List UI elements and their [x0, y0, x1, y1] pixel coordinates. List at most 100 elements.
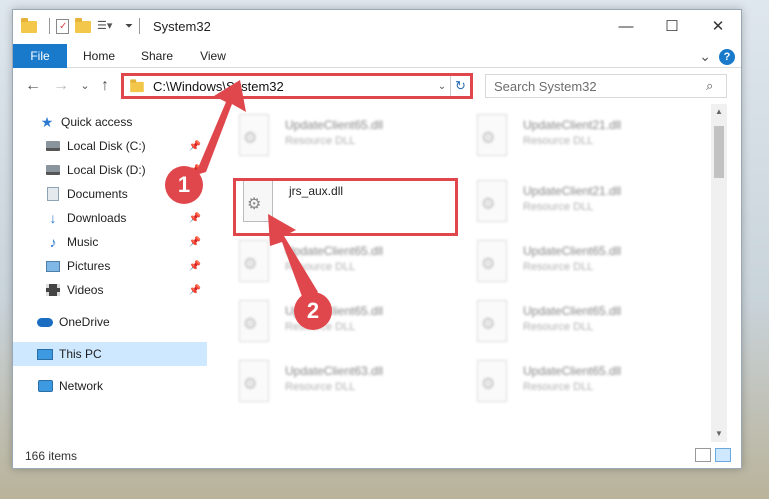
- file-type: Resource DLL: [523, 261, 594, 273]
- pin-icon: 📌: [188, 284, 201, 296]
- file-name: UpdateClient21.dll: [523, 184, 622, 198]
- pin-icon: 📌: [188, 140, 201, 152]
- customize-toolbar-icon[interactable]: ☰▾: [97, 18, 119, 34]
- back-button[interactable]: ←: [23, 76, 43, 96]
- chevron-down-icon: ⌄: [80, 80, 90, 92]
- tab-file[interactable]: File: [13, 44, 67, 68]
- download-icon: ↓: [49, 210, 57, 226]
- close-button[interactable]: ✕: [695, 10, 741, 42]
- help-icon[interactable]: ?: [719, 48, 735, 65]
- file-name: UpdateClient65.dll: [285, 244, 384, 258]
- file-highlight-box: [233, 178, 458, 236]
- sidebar-item-label: Documents: [67, 187, 128, 201]
- search-input[interactable]: Search System32: [486, 79, 706, 94]
- ribbon-tabs: File Home Share View ⌄ ?: [13, 44, 741, 68]
- file-name: UpdateClient63.dll: [285, 364, 384, 378]
- maximize-icon: ☐: [665, 18, 679, 35]
- drive-icon: [45, 138, 61, 154]
- dll-file-icon: ⚙: [471, 180, 515, 228]
- dll-file-icon: ⚙: [471, 300, 515, 348]
- dll-file-icon: ⚙: [233, 240, 277, 288]
- callout-1: 1: [165, 166, 203, 204]
- sidebar-item-label: Videos: [67, 283, 104, 297]
- sidebar-item-label: Downloads: [67, 211, 127, 225]
- file-item[interactable]: ⚙ UpdateClient63.dll Resource DLL: [233, 360, 463, 416]
- dll-file-icon: ⚙: [233, 300, 277, 348]
- sidebar-item-label: Local Disk (D:): [67, 163, 146, 177]
- file-type: Resource DLL: [523, 201, 594, 213]
- forward-button[interactable]: →: [51, 76, 71, 96]
- tab-home[interactable]: Home: [79, 44, 119, 68]
- tab-view[interactable]: View: [195, 44, 231, 68]
- address-row: ← → ⌄ ↑ C:\Windows\System32 ⌄ ↻ Search S…: [13, 68, 741, 104]
- title-bar: ✓ ☰▾ ⏷ System32 — ☐ ✕: [13, 10, 741, 44]
- recent-locations-button[interactable]: ⌄: [75, 76, 95, 96]
- file-item[interactable]: ⚙ UpdateClient65.dllResource DLL: [233, 114, 463, 170]
- sidebar-item-label: This PC: [59, 347, 102, 361]
- properties-icon[interactable]: ✓: [56, 18, 69, 34]
- vertical-scrollbar[interactable]: ▲ ▼: [711, 104, 727, 442]
- file-item[interactable]: ⚙ UpdateClient65.dllResource DLL: [471, 360, 701, 416]
- file-item[interactable]: ⚙ UpdateClient65.dllResource DLL: [471, 240, 701, 296]
- refresh-icon[interactable]: ↻: [450, 76, 470, 96]
- expand-ribbon-icon[interactable]: ⌄: [699, 48, 711, 65]
- sidebar-item-this-pc[interactable]: This PC: [13, 342, 207, 366]
- tab-share[interactable]: Share: [137, 44, 177, 68]
- status-bar: 166 items: [13, 442, 741, 468]
- sidebar-item-label: Local Disk (C:): [67, 139, 146, 153]
- folder-icon: [21, 18, 37, 34]
- sidebar-item-pictures[interactable]: Pictures 📌: [13, 254, 207, 278]
- minimize-icon: —: [618, 17, 634, 35]
- toolbar-divider: [49, 18, 50, 34]
- file-type: Resource DLL: [523, 135, 594, 147]
- item-count: 166 items: [25, 449, 78, 463]
- address-bar[interactable]: C:\Windows\System32 ⌄ ↻: [121, 73, 473, 99]
- large-icons-view-icon[interactable]: [715, 448, 731, 462]
- dll-file-icon: ⚙: [471, 114, 515, 162]
- sidebar-item-music[interactable]: ♪ Music 📌: [13, 230, 207, 254]
- file-type: Resource DLL: [523, 321, 594, 333]
- ribbon-controls: ⌄ ?: [699, 48, 735, 65]
- new-folder-icon[interactable]: [75, 18, 91, 34]
- maximize-button[interactable]: ☐: [649, 10, 695, 42]
- scroll-thumb[interactable]: [714, 126, 724, 178]
- file-item[interactable]: ⚙ UpdateClient65.dll Resource DLL: [471, 300, 701, 356]
- address-path[interactable]: C:\Windows\System32: [153, 79, 434, 94]
- file-type: Resource DLL: [285, 381, 356, 393]
- address-dropdown-icon[interactable]: ⌄: [434, 81, 450, 92]
- up-button[interactable]: ↑: [95, 76, 115, 96]
- scroll-down-icon[interactable]: ▼: [711, 426, 727, 442]
- sidebar-item-quick-access[interactable]: ★ Quick access: [13, 110, 207, 134]
- sidebar-item-label: Music: [67, 235, 99, 249]
- back-arrow-icon: ←: [25, 77, 41, 94]
- sidebar-item-local-disk-c[interactable]: Local Disk (C:) 📌: [13, 134, 207, 158]
- sidebar-item-videos[interactable]: Videos 📌: [13, 278, 207, 302]
- file-item[interactable]: ⚙ UpdateClient65.dll Resource DLL: [233, 240, 463, 296]
- dll-file-icon: ⚙: [471, 360, 515, 408]
- file-type: Resource DLL: [285, 135, 356, 147]
- minimize-button[interactable]: —: [603, 10, 649, 42]
- pin-icon: 📌: [188, 260, 201, 272]
- sidebar-item-network[interactable]: Network: [13, 374, 207, 398]
- file-item[interactable]: ⚙ UpdateClient21.dll Resource DLL: [471, 180, 701, 236]
- sidebar-item-downloads[interactable]: ↓ Downloads 📌: [13, 206, 207, 230]
- sidebar-item-onedrive[interactable]: OneDrive: [13, 310, 207, 334]
- drive-icon: [45, 162, 61, 178]
- toolbar-dropdown-icon[interactable]: ⏷: [125, 21, 133, 32]
- sidebar-item-label: Quick access: [61, 115, 133, 129]
- cloud-icon: [37, 314, 53, 330]
- file-name: UpdateClient65.dll: [285, 118, 384, 132]
- file-item[interactable]: ⚙ UpdateClient65.dllResource DLL: [233, 300, 463, 356]
- callout-2: 2: [294, 292, 332, 330]
- search-icon: ⌕: [706, 78, 714, 93]
- scroll-up-icon[interactable]: ▲: [711, 104, 727, 120]
- file-name: UpdateClient65.dll: [523, 304, 622, 318]
- file-name: UpdateClient65.dll: [523, 244, 622, 258]
- network-icon: [37, 378, 53, 394]
- search-box[interactable]: Search System32 ⌕: [485, 74, 727, 98]
- details-view-icon[interactable]: [695, 448, 711, 462]
- pictures-icon: [45, 258, 61, 274]
- file-type: Resource DLL: [285, 261, 356, 273]
- dll-file-icon: ⚙: [233, 360, 277, 408]
- file-item[interactable]: ⚙ UpdateClient21.dll Resource DLL: [471, 114, 701, 170]
